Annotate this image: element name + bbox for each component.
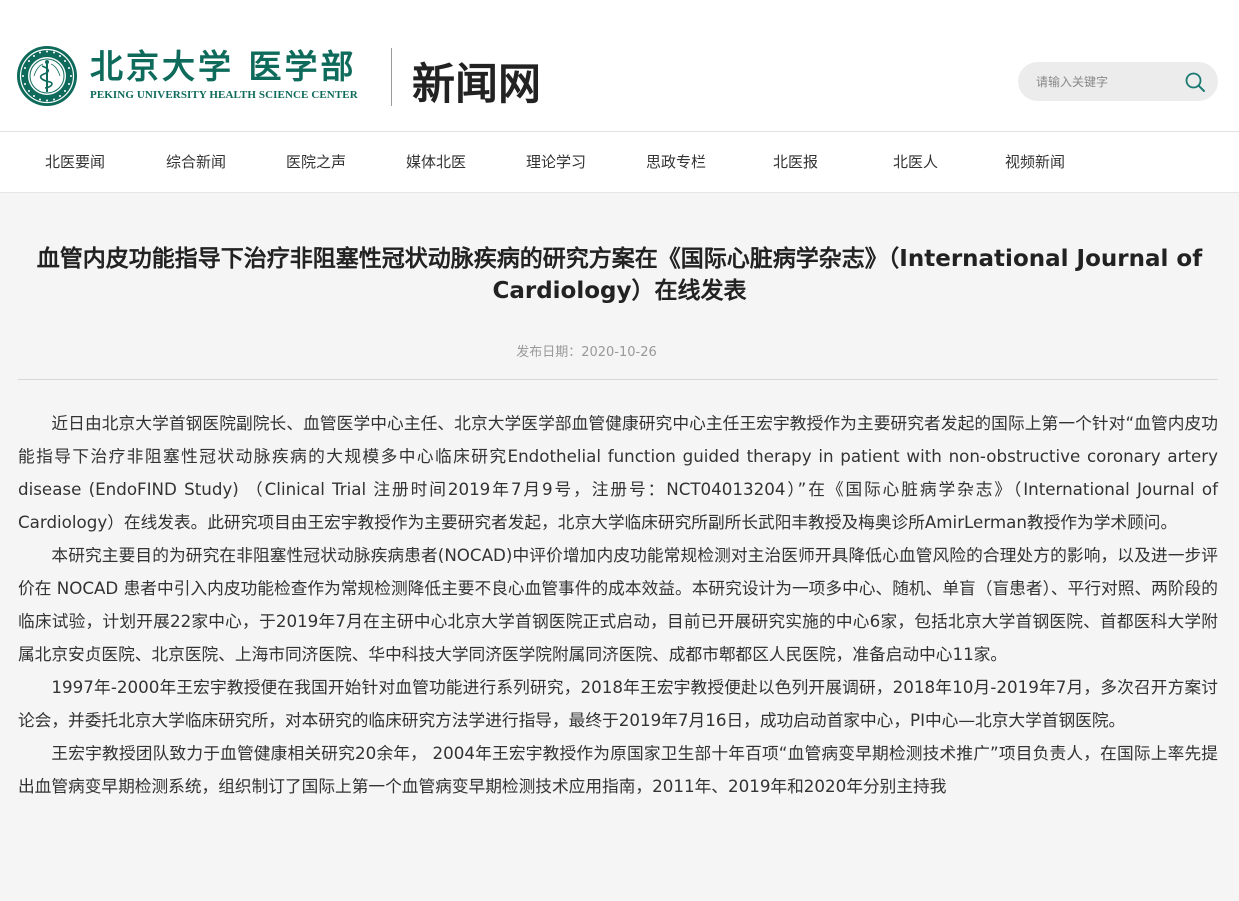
nav-item-theory-study[interactable]: 理论学习	[526, 132, 586, 192]
nav-item-video-news[interactable]: 视频新闻	[1005, 132, 1065, 192]
article-body: 近日由北京大学首钢医院副院长、血管医学中心主任、北京大学医学部血管健康研究中心主…	[18, 407, 1218, 803]
article-paragraph: 近日由北京大学首钢医院副院长、血管医学中心主任、北京大学医学部血管健康研究中心主…	[18, 413, 1218, 532]
publish-date: 发布日期：2020-10-26	[516, 345, 657, 360]
article-title: 血管内皮功能指导下治疗非阻塞性冠状动脉疾病的研究方案在《国际心脏病学杂志》（In…	[36, 246, 1203, 304]
nav-item-newspaper[interactable]: 北医报	[773, 132, 818, 192]
nav-item-media[interactable]: 媒体北医	[406, 132, 466, 192]
article-paragraph: 本研究主要目的为研究在非阻塞性冠状动脉疾病患者(NOCAD)中评价增加内皮功能常…	[18, 545, 1218, 664]
logo-chinese-name: 北京大学 医学部	[90, 47, 357, 86]
search-box	[1018, 62, 1218, 101]
site-header: 北京大学 医学部 PEKING UNIVERSITY HEALTH SCIENC…	[0, 0, 1239, 132]
title-divider	[18, 379, 1218, 380]
article-paragraph: 王宏宇教授团队致力于血管健康相关研究20余年， 2004年王宏宇教授作为原国家卫…	[18, 743, 1218, 796]
nav-item-people[interactable]: 北医人	[893, 132, 938, 192]
search-input[interactable]	[1036, 62, 1176, 101]
nav-item-hospital-voice[interactable]: 医院之声	[286, 132, 346, 192]
search-icon[interactable]	[1184, 71, 1206, 93]
nav-item-ideology-column[interactable]: 思政专栏	[646, 132, 706, 192]
logo-english-name: PEKING UNIVERSITY HEALTH SCIENCE CENTER	[90, 89, 358, 101]
logo-divider	[391, 48, 392, 106]
university-seal-icon[interactable]	[16, 45, 78, 107]
site-name: 新闻网	[412, 60, 541, 110]
article-paragraph: 1997年-2000年王宏宇教授便在我国开始针对血管功能进行系列研究，2018年…	[18, 677, 1218, 730]
nav-item-news-highlights[interactable]: 北医要闻	[45, 132, 105, 192]
logo-wordmark[interactable]: 北京大学 医学部 PEKING UNIVERSITY HEALTH SCIENC…	[90, 47, 358, 102]
main-nav: 北医要闻 综合新闻 医院之声 媒体北医 理论学习 思政专栏 北医报 北医人 视频…	[0, 132, 1239, 193]
nav-item-general-news[interactable]: 综合新闻	[166, 132, 226, 192]
